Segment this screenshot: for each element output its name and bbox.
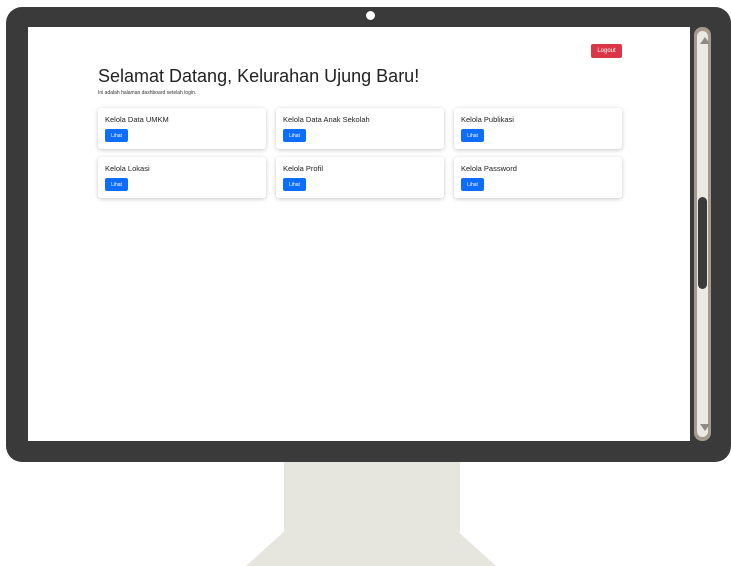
lihat-button[interactable]: Lihat — [283, 178, 306, 191]
card-title: Kelola Password — [461, 164, 517, 173]
card-title: Kelola Data UMKM — [105, 115, 169, 124]
card-title: Kelola Data Anak Sekolah — [283, 115, 370, 124]
card-title: Kelola Lokasi — [105, 164, 150, 173]
scroll-down-icon[interactable] — [700, 424, 710, 431]
monitor-stand-neck — [284, 462, 460, 532]
camera-icon — [366, 11, 375, 20]
dashboard-cards: Kelola Data UMKM Lihat Kelola Data Anak … — [98, 108, 622, 198]
card-kelola-data-anak-sekolah: Kelola Data Anak Sekolah Lihat — [276, 108, 444, 149]
card-kelola-password: Kelola Password Lihat — [454, 157, 622, 198]
card-kelola-data-umkm: Kelola Data UMKM Lihat — [98, 108, 266, 149]
lihat-button[interactable]: Lihat — [461, 129, 484, 142]
lihat-button[interactable]: Lihat — [283, 129, 306, 142]
logout-button[interactable]: Logout — [591, 44, 622, 58]
card-title: Kelola Publikasi — [461, 115, 514, 124]
screen: Logout Selamat Datang, Kelurahan Ujung B… — [28, 27, 690, 441]
lihat-button[interactable]: Lihat — [105, 129, 128, 142]
lihat-button[interactable]: Lihat — [461, 178, 484, 191]
vertical-scrollbar[interactable] — [694, 27, 711, 441]
page-subtitle: Ini adalah halaman dashboard setelah log… — [98, 90, 197, 96]
card-title: Kelola Profil — [283, 164, 324, 173]
page-title: Selamat Datang, Kelurahan Ujung Baru! — [98, 66, 420, 86]
card-kelola-publikasi: Kelola Publikasi Lihat — [454, 108, 622, 149]
card-kelola-lokasi: Kelola Lokasi Lihat — [98, 157, 266, 198]
scroll-thumb[interactable] — [698, 197, 707, 289]
monitor-stand-base — [246, 532, 496, 566]
card-kelola-profil: Kelola Profil Lihat — [276, 157, 444, 198]
scroll-track[interactable] — [697, 31, 710, 437]
lihat-button[interactable]: Lihat — [105, 178, 128, 191]
scroll-up-icon[interactable] — [700, 37, 710, 44]
